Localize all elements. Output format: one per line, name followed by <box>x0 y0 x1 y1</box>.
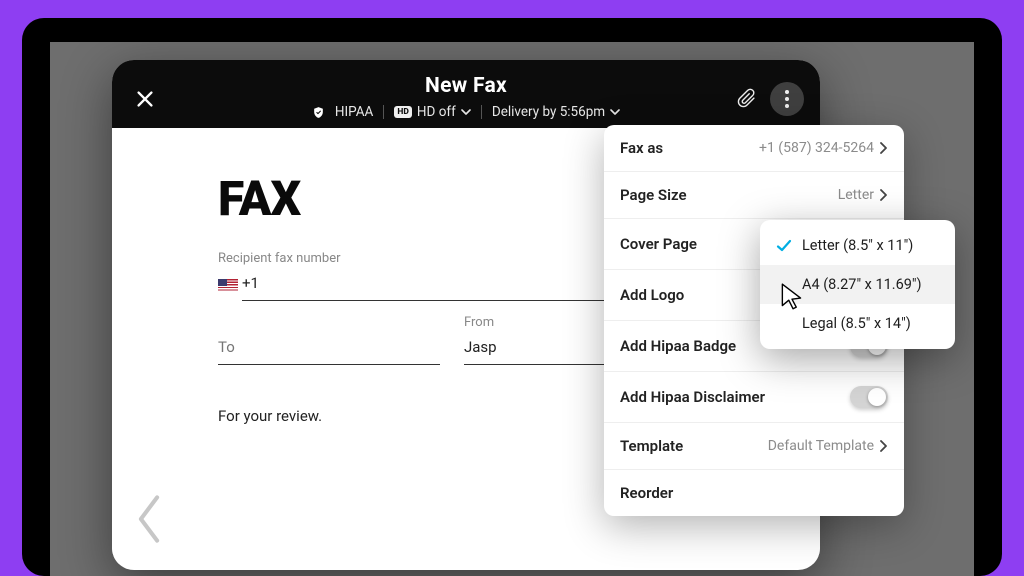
delivery-label: Delivery by 5:56pm <box>492 104 605 120</box>
option-reorder[interactable]: Reorder <box>604 470 904 516</box>
page-size-option-a4[interactable]: A4 (8.27" x 11.69") <box>760 265 955 304</box>
divider-icon <box>481 105 482 119</box>
shield-icon <box>312 106 325 119</box>
add-hipaa-disclaimer-toggle[interactable] <box>850 386 888 408</box>
chevron-down-icon <box>610 107 620 117</box>
option-label: Cover Page <box>620 235 697 253</box>
chevron-right-icon <box>880 142 888 154</box>
page-size-option-letter[interactable]: Letter (8.5" x 11") <box>760 226 955 265</box>
chevron-left-icon <box>132 492 166 546</box>
page-size-submenu: Letter (8.5" x 11") A4 (8.27" x 11.69") … <box>760 220 955 349</box>
hd-chip-icon: HD <box>394 106 412 118</box>
more-options-button[interactable] <box>770 82 804 116</box>
option-label: Fax as <box>620 139 663 157</box>
screen-surface: New Fax HIPAA HD HD off Delivery by 5:56… <box>50 42 974 576</box>
flag-us-icon <box>218 279 238 292</box>
page-size-option-label: A4 (8.27" x 11.69") <box>802 276 922 293</box>
option-value: Default Template <box>768 438 874 454</box>
option-label: Add Logo <box>620 286 684 304</box>
close-button[interactable] <box>130 84 160 114</box>
option-add-hipaa-disclaimer[interactable]: Add Hipaa Disclaimer <box>604 372 904 423</box>
app-frame-gradient: New Fax HIPAA HD HD off Delivery by 5:56… <box>0 0 1024 576</box>
modal-header: New Fax HIPAA HD HD off Delivery by 5:56… <box>112 60 820 128</box>
header-subline: HIPAA HD HD off Delivery by 5:56pm <box>112 104 820 120</box>
option-value: +1 (587) 324-5264 <box>759 140 874 156</box>
monitor-bezel: New Fax HIPAA HD HD off Delivery by 5:56… <box>22 18 1002 576</box>
page-size-option-legal[interactable]: Legal (8.5" x 14") <box>760 304 955 343</box>
option-value: Letter <box>838 187 874 203</box>
page-size-option-label: Legal (8.5" x 14") <box>802 315 911 332</box>
close-icon <box>134 88 156 110</box>
hipaa-label: HIPAA <box>335 104 374 120</box>
chevron-down-icon <box>461 107 471 117</box>
modal-title: New Fax <box>112 74 820 98</box>
divider-icon <box>383 105 384 119</box>
page-size-option-label: Letter (8.5" x 11") <box>802 237 913 254</box>
option-label: Reorder <box>620 484 673 502</box>
option-page-size[interactable]: Page Size Letter <box>604 172 904 219</box>
chevron-right-icon <box>880 440 888 452</box>
header-actions <box>736 82 804 116</box>
chevron-right-icon <box>880 189 888 201</box>
option-label: Page Size <box>620 186 687 204</box>
hd-label: HD off <box>417 104 456 120</box>
to-input[interactable] <box>218 334 440 365</box>
option-label: Add Hipaa Disclaimer <box>620 388 765 406</box>
check-icon <box>776 238 792 254</box>
previous-page-button[interactable] <box>132 492 166 550</box>
hd-toggle[interactable]: HD HD off <box>394 104 470 120</box>
option-fax-as[interactable]: Fax as +1 (587) 324-5264 <box>604 125 904 172</box>
option-template[interactable]: Template Default Template <box>604 423 904 470</box>
delivery-time-button[interactable]: Delivery by 5:56pm <box>492 104 620 120</box>
option-label: Add Hipaa Badge <box>620 337 736 355</box>
attach-button[interactable] <box>736 88 758 110</box>
option-label: Template <box>620 437 683 455</box>
